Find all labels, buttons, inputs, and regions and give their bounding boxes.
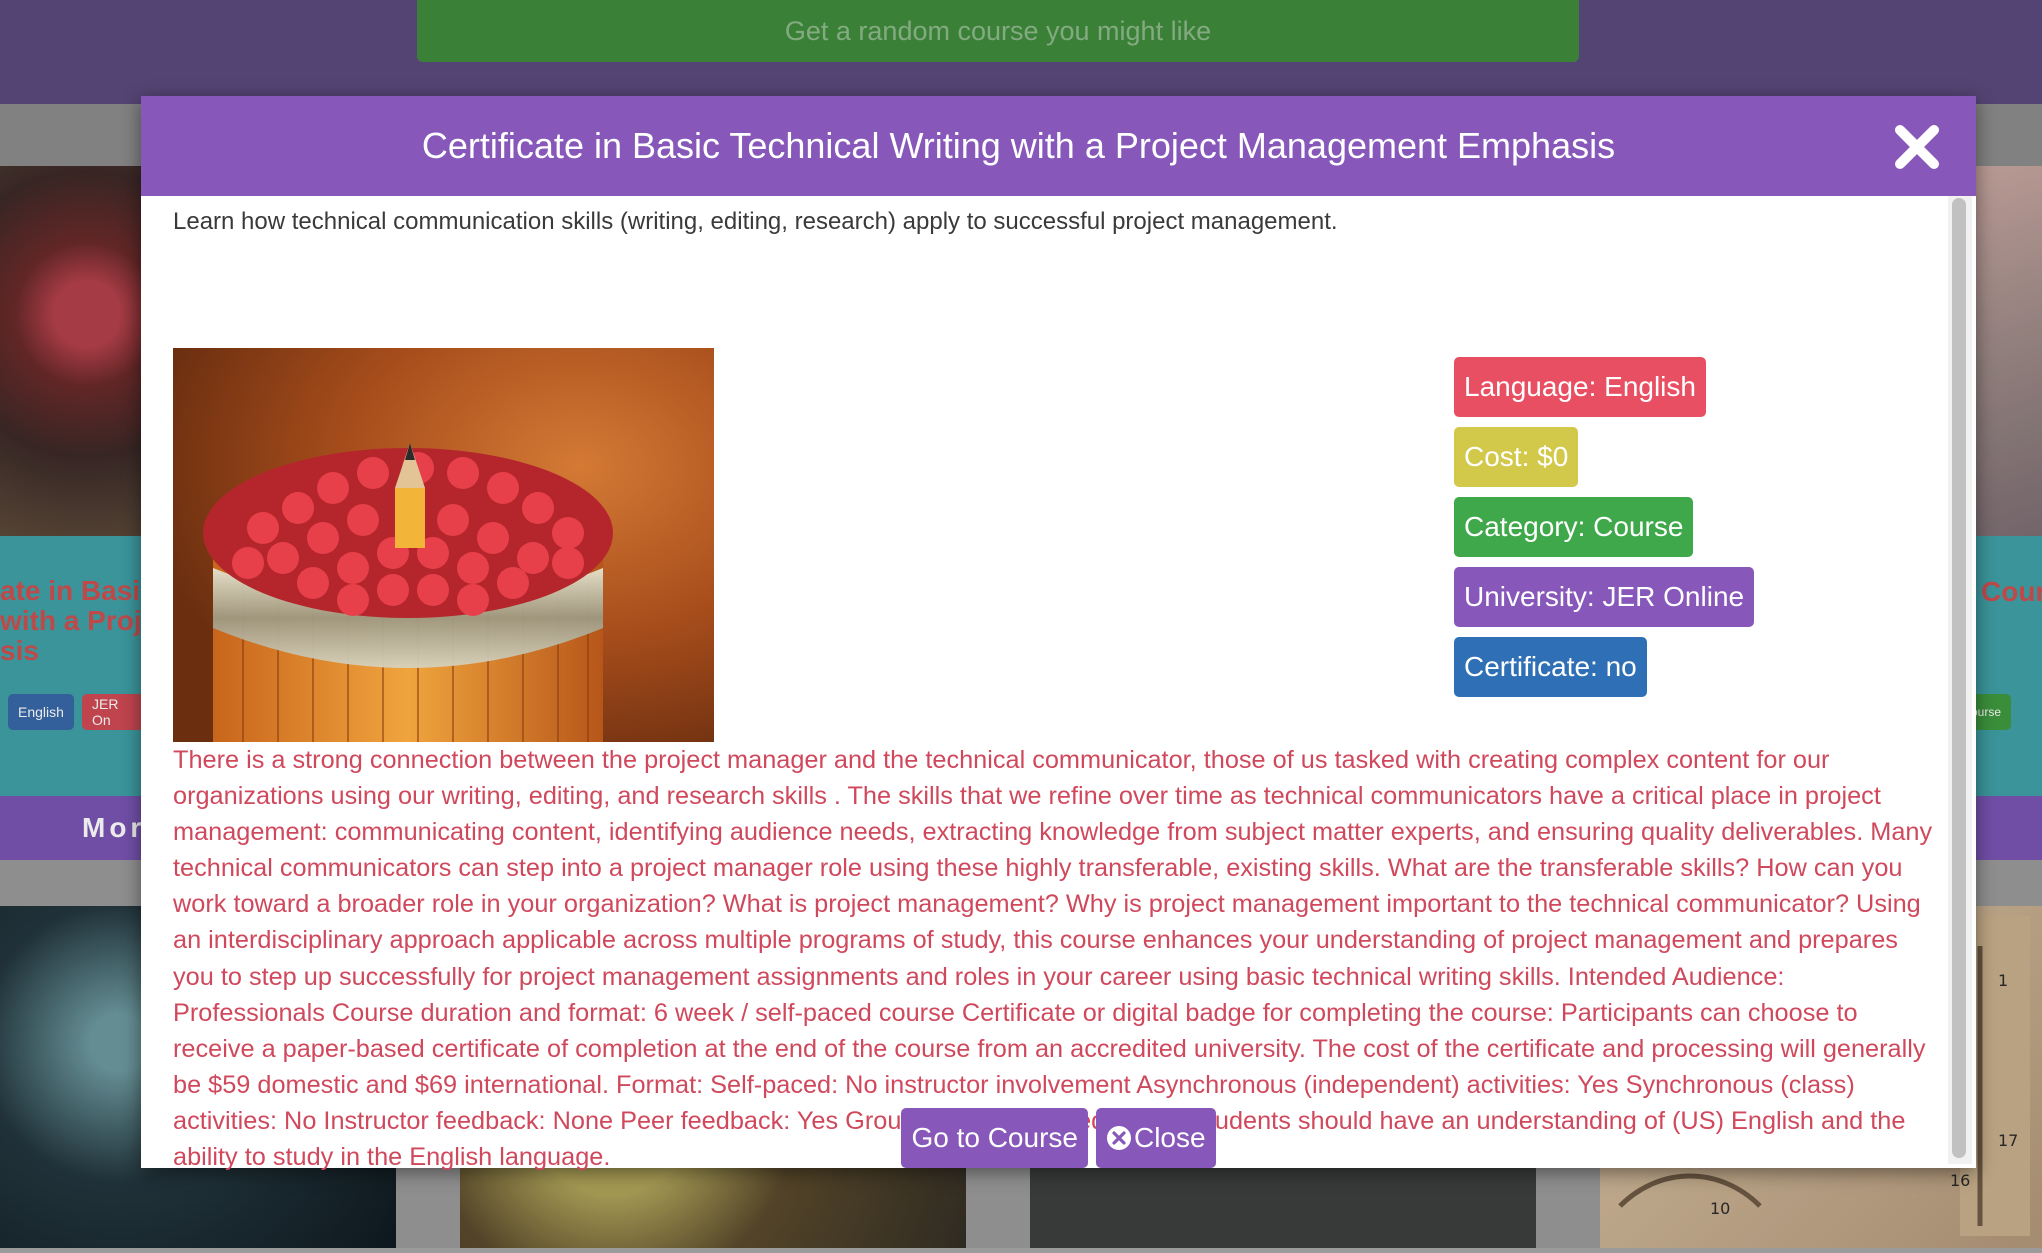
badge-category: Category: Course: [1454, 497, 1694, 557]
x-circle-icon: [1106, 1125, 1132, 1151]
course-subtitle-row: Learn how technical communication skills…: [173, 196, 1943, 248]
course-subtitle: Learn how technical communication skills…: [173, 208, 1338, 235]
modal-actions: Go to Course Close: [141, 1108, 1976, 1168]
close-x-icon[interactable]: [1892, 122, 1942, 172]
pencil-bundle-illustration: [173, 348, 714, 742]
badge-language: Language: English: [1454, 357, 1706, 417]
close-button[interactable]: Close: [1095, 1108, 1216, 1168]
go-to-course-label: Go to Course: [911, 1122, 1078, 1153]
modal-scrollbar[interactable]: [1948, 196, 1972, 1164]
badge-certificate: Certificate: no: [1454, 637, 1647, 697]
badge-cost: Cost: $0: [1454, 427, 1579, 487]
course-detail-modal: Certificate in Basic Technical Writing w…: [141, 96, 1976, 1171]
course-image: [173, 348, 714, 742]
modal-header: Certificate in Basic Technical Writing w…: [141, 96, 1976, 196]
modal-title: Certificate in Basic Technical Writing w…: [421, 125, 1616, 166]
course-badges: Language: English Cost: $0 Category: Cou…: [1454, 357, 1755, 707]
go-to-course-button[interactable]: Go to Course: [901, 1108, 1088, 1168]
badge-university: University: JER Online: [1454, 567, 1755, 627]
modal-scrollbar-thumb[interactable]: [1952, 198, 1966, 1158]
close-label: Close: [1133, 1122, 1206, 1153]
modal-body: Learn how technical communication skills…: [173, 196, 1943, 1171]
